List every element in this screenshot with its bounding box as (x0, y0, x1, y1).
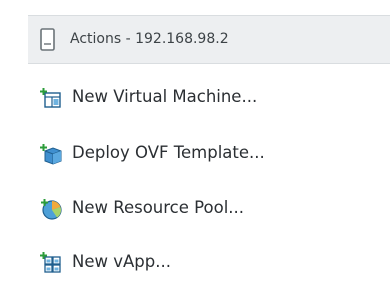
new-vapp-icon (40, 252, 62, 274)
new-resource-pool-icon (40, 198, 62, 220)
menu-item-deploy-ovf-template[interactable]: Deploy OVF Template... (28, 133, 390, 173)
menu-item-new-vapp[interactable]: New vApp... (28, 242, 390, 282)
deploy-ovf-template-icon (40, 143, 62, 165)
menu-item-label: New vApp... (72, 252, 171, 271)
menu-item-new-resource-pool[interactable]: New Resource Pool... (28, 188, 390, 228)
host-server-icon (38, 28, 58, 52)
menu-item-new-virtual-machine[interactable]: New Virtual Machine... (28, 77, 390, 117)
menu-item-label: Deploy OVF Template... (72, 143, 265, 162)
menu-item-label: New Resource Pool... (72, 198, 245, 217)
new-virtual-machine-icon (40, 87, 62, 109)
menu-title: Actions - 192.168.98.2 (70, 31, 229, 47)
menu-header: Actions - 192.168.98.2 (28, 15, 390, 64)
menu-item-label: New Virtual Machine... (72, 87, 258, 106)
actions-menu: Actions - 192.168.98.2 New Virtual Machi… (0, 0, 390, 286)
